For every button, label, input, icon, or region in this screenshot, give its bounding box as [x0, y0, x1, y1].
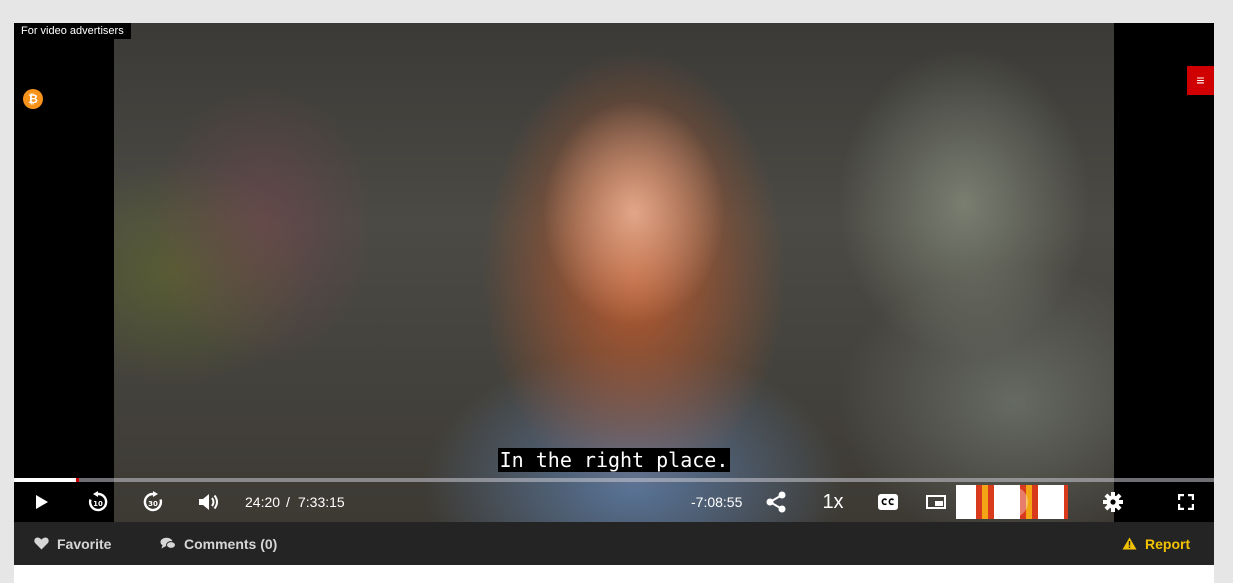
warning-icon: [1122, 537, 1137, 550]
ad-label[interactable]: For video advertisers: [14, 23, 131, 39]
report-button[interactable]: Report: [1122, 522, 1190, 565]
subtitle-container: In the right place.: [14, 448, 1214, 472]
share-icon: [766, 491, 786, 513]
gear-icon: [1103, 492, 1123, 512]
hamburger-icon: ≡: [1196, 72, 1205, 88]
rewind-button[interactable]: 10: [84, 482, 112, 522]
volume-button[interactable]: [195, 482, 223, 522]
picture-in-picture-icon: [926, 495, 946, 509]
forward-button[interactable]: 30: [139, 482, 167, 522]
report-label: Report: [1145, 535, 1191, 552]
comments-button[interactable]: Comments (0): [160, 522, 277, 565]
control-bar: 10 30 24:20 / 7:33:15 -7:08:55 1x: [14, 482, 1214, 522]
rewind-10-icon: 10: [88, 491, 108, 512]
subtitle-text: In the right place.: [497, 448, 731, 472]
share-button[interactable]: [764, 482, 788, 522]
thumbnail-play-icon: [994, 486, 1028, 518]
heart-icon: [34, 537, 49, 550]
settings-button[interactable]: [1102, 482, 1124, 522]
content-area: [14, 565, 1214, 583]
bitcoin-icon[interactable]: ₿: [23, 89, 43, 109]
current-time: 24:20: [245, 494, 281, 510]
video-actions-bar: Favorite Comments (0) Report: [14, 522, 1214, 565]
remaining-time: -7:08:55: [691, 494, 743, 510]
favorite-label: Favorite: [57, 535, 112, 552]
forward-30-icon: 30: [143, 491, 163, 512]
captions-button[interactable]: [878, 482, 898, 522]
rewind-seconds: 10: [93, 500, 103, 508]
favorite-button[interactable]: Favorite: [34, 522, 111, 565]
comments-label: Comments (0): [184, 535, 278, 552]
video-player[interactable]: For video advertisers ₿ ≡ In the right p…: [14, 23, 1214, 522]
forward-seconds: 30: [148, 500, 158, 508]
closed-captions-icon: [878, 494, 898, 510]
time-separator: /: [286, 494, 290, 510]
preview-thumbnail[interactable]: [956, 485, 1068, 519]
play-button[interactable]: [28, 482, 56, 522]
play-icon: [36, 495, 48, 509]
menu-button[interactable]: ≡: [1187, 66, 1214, 95]
comments-icon: [160, 537, 176, 549]
speed-button[interactable]: 1x: [819, 482, 847, 522]
pip-button[interactable]: [926, 482, 946, 522]
fullscreen-button[interactable]: [1176, 482, 1196, 522]
volume-icon: [199, 494, 218, 510]
fullscreen-icon: [1178, 494, 1194, 510]
duration: 7:33:15: [298, 494, 345, 510]
